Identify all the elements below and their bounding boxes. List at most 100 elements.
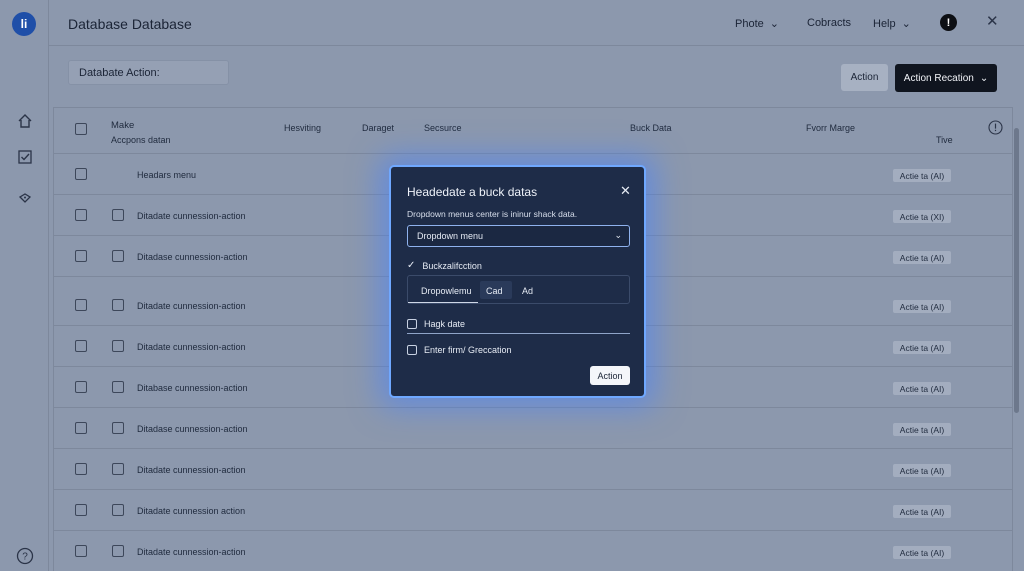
action-button[interactable]: Action [841, 64, 888, 91]
row-inner-checkbox[interactable] [112, 422, 124, 434]
row-label: Headars menu [137, 170, 197, 180]
col-hesviting[interactable]: Hesviting [284, 123, 321, 133]
row-inner-checkbox[interactable] [112, 504, 124, 516]
row-checkbox[interactable] [75, 340, 87, 352]
table-row[interactable]: Ditadate cunnession-action Actie ta (AI) [54, 449, 1012, 490]
row-label: Ditadate cunnession-action [137, 211, 246, 221]
chevron-down-icon: ⌄ [901, 18, 911, 30]
status-badge[interactable]: Actie ta (AI) [893, 464, 951, 477]
row-label: Ditadate cunnession action [137, 506, 246, 516]
close-icon[interactable]: ✕ [620, 183, 631, 199]
status-badge[interactable]: Actie ta (AI) [893, 300, 951, 313]
row-inner-checkbox[interactable] [112, 299, 124, 311]
row-label: Ditadate cunnession-action [137, 465, 246, 475]
status-badge[interactable]: Actie ta (AI) [893, 251, 951, 264]
row-label: Ditadase cunnession-action [137, 424, 248, 434]
checkbox-icon[interactable] [15, 147, 35, 167]
checkbox[interactable] [407, 345, 417, 355]
status-badge[interactable]: Actie ta (AI) [893, 341, 951, 354]
row-checkbox[interactable] [75, 504, 87, 516]
tab-cad[interactable]: Cad [486, 286, 503, 296]
status-badge[interactable]: Actie ta (XI) [893, 210, 951, 223]
row-label: Ditadate cunnession-action [137, 342, 246, 352]
chevron-down-icon: ⌄ [979, 72, 989, 84]
table-header: Make Accpons datan Hesviting Daraget Sec… [54, 108, 1012, 154]
modal-title: Headedate a buck datas [407, 185, 538, 199]
option-enter-firm[interactable]: Enter firm/ Greccation [407, 345, 512, 355]
table-row[interactable]: Ditadate cunnession action Actie ta (AI) [54, 490, 1012, 531]
row-checkbox[interactable] [75, 209, 87, 221]
row-label: Ditadate cunnession-action [137, 301, 246, 311]
col-fvorr-marge[interactable]: Fvorr Marge [806, 123, 855, 133]
status-badge[interactable]: Actie ta (AI) [893, 169, 951, 182]
col-make[interactable]: Make [111, 120, 134, 131]
col-daraget[interactable]: Daraget [362, 123, 394, 133]
row-label: Ditabase cunnession-action [137, 383, 248, 393]
nav-phote-label: Phote [735, 17, 764, 30]
row-inner-checkbox[interactable] [112, 340, 124, 352]
help-icon[interactable]: ? [15, 546, 35, 566]
row-checkbox[interactable] [75, 422, 87, 434]
app-logo[interactable]: li [12, 12, 36, 36]
svg-text:?: ? [22, 552, 28, 563]
select-all-checkbox[interactable] [75, 123, 87, 135]
home-icon[interactable] [15, 111, 35, 131]
modal-dialog: Headedate a buck datas ✕ Dropdown menus … [389, 165, 646, 398]
option-enter-label: Enter firm/ Greccation [424, 345, 512, 355]
status-badge[interactable]: Actie ta (AI) [893, 546, 951, 559]
option-hagk-date[interactable]: Hagk date [407, 319, 465, 329]
row-label: Ditadate cunnession-action [137, 547, 246, 557]
vertical-scrollbar[interactable] [1014, 128, 1019, 413]
option-hagk-label: Hagk date [424, 319, 466, 329]
nav-cobracts[interactable]: Cobracts [807, 17, 851, 29]
row-checkbox[interactable] [75, 250, 87, 262]
status-badge[interactable]: Actie ta (AI) [893, 505, 951, 518]
modal-description: Dropdown menus center is ininur shack da… [407, 209, 578, 219]
action-recation-button[interactable]: Action Recation ⌄ [895, 64, 997, 92]
row-checkbox[interactable] [75, 463, 87, 475]
nav-phote[interactable]: Phote ⌄ [735, 17, 779, 31]
top-header: Database Database Phote ⌄ Cobracts Help … [49, 0, 1024, 46]
section-label: Databate Action: [68, 60, 229, 85]
row-checkbox[interactable] [75, 168, 87, 180]
nav-help-label: Help [873, 17, 896, 30]
row-inner-checkbox[interactable] [112, 545, 124, 557]
col-tive[interactable]: Tive [936, 135, 953, 145]
row-inner-checkbox[interactable] [112, 250, 124, 262]
dropdown-select[interactable]: Dropdown menu ⌄ [407, 225, 630, 247]
checked-option-label: Buckzalifcction [422, 260, 482, 271]
tag-icon[interactable] [15, 188, 35, 208]
modal-tab-group: Dropowlemu Cad Ad [407, 275, 630, 304]
checkmark-icon: ✓ [407, 260, 416, 271]
status-badge[interactable]: Actie ta (AI) [893, 423, 951, 436]
col-buck-data[interactable]: Buck Data [630, 123, 672, 133]
chevron-down-icon: ⌄ [769, 18, 779, 30]
dropdown-value: Dropdown menu [417, 231, 484, 241]
alert-icon[interactable]: ! [940, 14, 957, 31]
row-checkbox[interactable] [75, 545, 87, 557]
row-label: Ditadase cunnession-action [137, 252, 248, 262]
row-checkbox[interactable] [75, 381, 87, 393]
nav-help[interactable]: Help ⌄ [873, 17, 911, 31]
info-icon[interactable] [988, 120, 1003, 137]
checked-option[interactable]: ✓ Buckzalifcction [407, 260, 482, 271]
app-title: Database Database [68, 16, 192, 32]
nav-cobracts-label: Cobracts [807, 17, 852, 29]
chevron-down-icon: ⌄ [614, 230, 622, 240]
row-checkbox[interactable] [75, 299, 87, 311]
row-inner-checkbox[interactable] [112, 381, 124, 393]
close-icon[interactable]: ✕ [986, 12, 999, 30]
row-inner-checkbox[interactable] [112, 209, 124, 221]
tab-ad[interactable]: Ad [522, 286, 533, 296]
col-secsurce[interactable]: Secsurce [424, 123, 462, 133]
action-recation-label: Action Recation [903, 72, 974, 84]
table-row[interactable]: Ditadase cunnession-action Actie ta (AI) [54, 408, 1012, 449]
modal-action-button[interactable]: Action [590, 366, 630, 385]
modal-divider [407, 333, 630, 334]
left-rail: li ? [0, 0, 49, 571]
table-row[interactable]: Ditadate cunnession-action Actie ta (AI) [54, 531, 1012, 571]
status-badge[interactable]: Actie ta (AI) [893, 382, 951, 395]
checkbox[interactable] [407, 319, 417, 329]
tab-dropowlemu[interactable]: Dropowlemu [421, 286, 472, 296]
row-inner-checkbox[interactable] [112, 463, 124, 475]
